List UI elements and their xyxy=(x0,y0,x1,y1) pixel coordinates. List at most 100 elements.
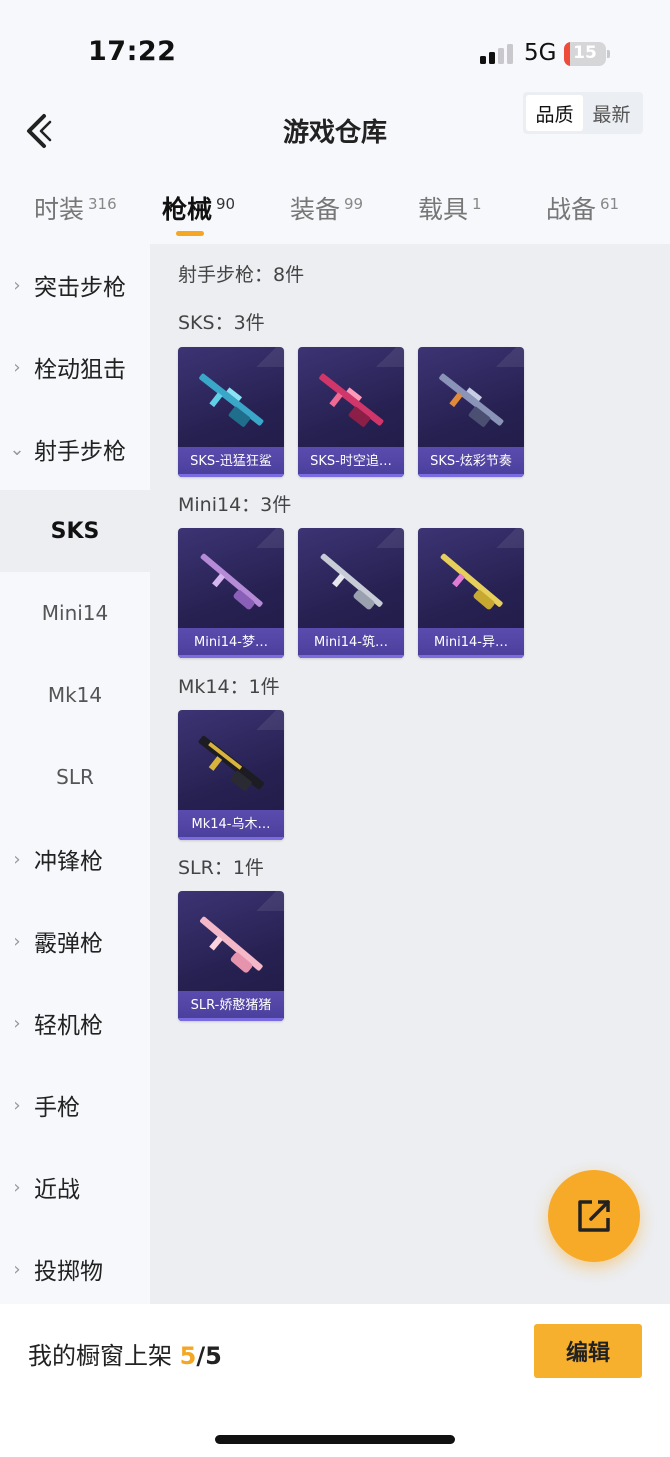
bottom-bar: 我的橱窗上架 5/5 编辑 xyxy=(0,1304,670,1457)
card-underline xyxy=(418,655,524,658)
category-tabs: 时装 316 枪械 90 装备 99 载具 1 战备 61 xyxy=(0,180,670,240)
weapon-skin-card[interactable]: Mini14-梦… xyxy=(178,528,284,658)
weapon-skin-card[interactable]: Mini14-异… xyxy=(418,528,524,658)
sidebar-item-pistols[interactable]: › 手枪 xyxy=(0,1064,150,1146)
weapon-skin-card[interactable]: Mk14-乌木… xyxy=(178,710,284,840)
sidebar-item-melee[interactable]: › 近战 xyxy=(0,1146,150,1228)
weapon-skin-name: Mk14-乌木… xyxy=(178,810,284,840)
showcase-separator: / xyxy=(196,1342,206,1370)
chevron-right-icon: › xyxy=(13,356,21,378)
sidebar-item-label: 霰弹枪 xyxy=(34,931,103,957)
sidebar-item-throwables[interactable]: › 投掷物 xyxy=(0,1228,150,1310)
weapon-skin-card[interactable]: SKS-迅猛狂鲨 xyxy=(178,347,284,477)
rifle-icon xyxy=(200,916,263,973)
sidebar-item-marksman-rifles[interactable]: ⌄ 射手步枪 xyxy=(0,408,150,490)
sidebar-sub-mk14[interactable]: Mk14 xyxy=(0,654,150,736)
tab-count: 316 xyxy=(88,195,117,213)
share-icon xyxy=(578,1200,610,1232)
tab-count: 1 xyxy=(472,195,482,213)
active-tab-indicator xyxy=(176,231,204,236)
sidebar-item-smgs[interactable]: › 冲锋枪 xyxy=(0,818,150,900)
signal-icon xyxy=(480,44,514,64)
rifle-icon xyxy=(199,373,264,427)
tab-label: 载具 xyxy=(418,195,469,224)
tab-label: 时装 xyxy=(34,195,85,224)
tab-outfits[interactable]: 时装 316 xyxy=(34,190,117,226)
edit-button[interactable]: 编辑 xyxy=(534,1324,642,1378)
group-label-mini14: Mini14：3件 xyxy=(178,494,292,516)
card-underline xyxy=(178,1018,284,1021)
showcase-label: 我的橱窗上架 xyxy=(28,1342,172,1370)
tab-equipment[interactable]: 装备 99 xyxy=(290,190,363,226)
weapon-skin-name: SKS-时空追… xyxy=(298,447,404,477)
weapon-skin-name: SLR-娇憨猪猪 xyxy=(178,991,284,1021)
sidebar-item-label: 投掷物 xyxy=(34,1259,103,1285)
card-decoration xyxy=(368,528,404,548)
weapon-skin-card[interactable]: SKS-炫彩节奏 xyxy=(418,347,524,477)
sort-newest-option[interactable]: 最新 xyxy=(583,95,640,131)
sidebar-sub-sks[interactable]: SKS xyxy=(0,490,150,572)
chevron-down-icon: ⌄ xyxy=(9,438,25,460)
status-bar: 17:22 5G 15 xyxy=(0,0,670,100)
weapon-skin-list: 射手步枪：8件 SKS：3件 SKS-迅猛狂鲨 SKS-时空追… SKS-炫彩节… xyxy=(150,244,670,1304)
chevron-right-icon: › xyxy=(13,930,21,952)
share-button[interactable] xyxy=(548,1170,640,1262)
card-decoration xyxy=(248,891,284,911)
sidebar-item-label: 冲锋枪 xyxy=(34,849,103,875)
rifle-icon xyxy=(200,553,263,610)
tab-firearms[interactable]: 枪械 90 xyxy=(162,190,235,226)
rifle-icon xyxy=(440,553,503,610)
sidebar-item-assault-rifles[interactable]: › 突击步枪 xyxy=(0,244,150,326)
card-decoration xyxy=(248,528,284,548)
rifle-icon xyxy=(320,553,383,610)
sidebar-item-shotguns[interactable]: › 霰弹枪 xyxy=(0,900,150,982)
sidebar-item-bolt-action-snipers[interactable]: › 栓动狙击 xyxy=(0,326,150,408)
chevron-right-icon: › xyxy=(13,1258,21,1280)
weapon-skin-name: SKS-迅猛狂鲨 xyxy=(178,447,284,477)
card-underline xyxy=(178,474,284,477)
category-summary: 射手步枪：8件 xyxy=(178,264,305,286)
home-indicator xyxy=(215,1435,455,1444)
rifle-icon xyxy=(198,735,265,792)
tab-label: 战备 xyxy=(546,195,597,224)
tab-vehicles[interactable]: 载具 1 xyxy=(418,190,482,226)
sidebar-item-lmgs[interactable]: › 轻机枪 xyxy=(0,982,150,1064)
sidebar-item-label: 突击步枪 xyxy=(34,275,126,301)
card-underline xyxy=(298,474,404,477)
tab-label: 枪械 xyxy=(162,195,213,224)
card-underline xyxy=(178,837,284,840)
tab-combat-gear[interactable]: 战备 61 xyxy=(546,190,619,226)
sort-toggle: 品质 最新 xyxy=(523,92,643,134)
weapon-skin-name: SKS-炫彩节奏 xyxy=(418,447,524,477)
battery-icon: 15 xyxy=(564,42,606,66)
weapon-skin-card[interactable]: Mini14-筑… xyxy=(298,528,404,658)
weapon-skin-name: Mini14-梦… xyxy=(178,628,284,658)
network-type: 5G xyxy=(524,40,557,66)
weapon-skin-name: Mini14-筑… xyxy=(298,628,404,658)
rifle-icon xyxy=(439,373,504,427)
card-underline xyxy=(298,655,404,658)
group-label-slr: SLR：1件 xyxy=(178,857,264,879)
card-underline xyxy=(418,474,524,477)
sidebar-sub-slr[interactable]: SLR xyxy=(0,736,150,818)
weapon-skin-name: Mini14-异… xyxy=(418,628,524,658)
card-decoration xyxy=(368,347,404,367)
card-decoration xyxy=(248,710,284,730)
sidebar-item-label: 近战 xyxy=(34,1177,80,1203)
battery-cap xyxy=(607,50,610,58)
chevron-right-icon: › xyxy=(13,1094,21,1116)
weapon-skin-card[interactable]: SKS-时空追… xyxy=(298,347,404,477)
sidebar-item-label: 栓动狙击 xyxy=(34,357,126,383)
tab-count: 61 xyxy=(600,195,620,213)
sidebar-sub-mini14[interactable]: Mini14 xyxy=(0,572,150,654)
weapon-skin-card[interactable]: SLR-娇憨猪猪 xyxy=(178,891,284,1021)
sort-quality-option[interactable]: 品质 xyxy=(526,95,583,131)
card-decoration xyxy=(488,347,524,367)
sidebar-item-label: 手枪 xyxy=(34,1095,80,1121)
chevron-right-icon: › xyxy=(13,1012,21,1034)
chevron-right-icon: › xyxy=(13,1176,21,1198)
tab-count: 99 xyxy=(344,195,364,213)
status-time: 17:22 xyxy=(88,36,177,67)
card-decoration xyxy=(248,347,284,367)
chevron-right-icon: › xyxy=(13,274,21,296)
